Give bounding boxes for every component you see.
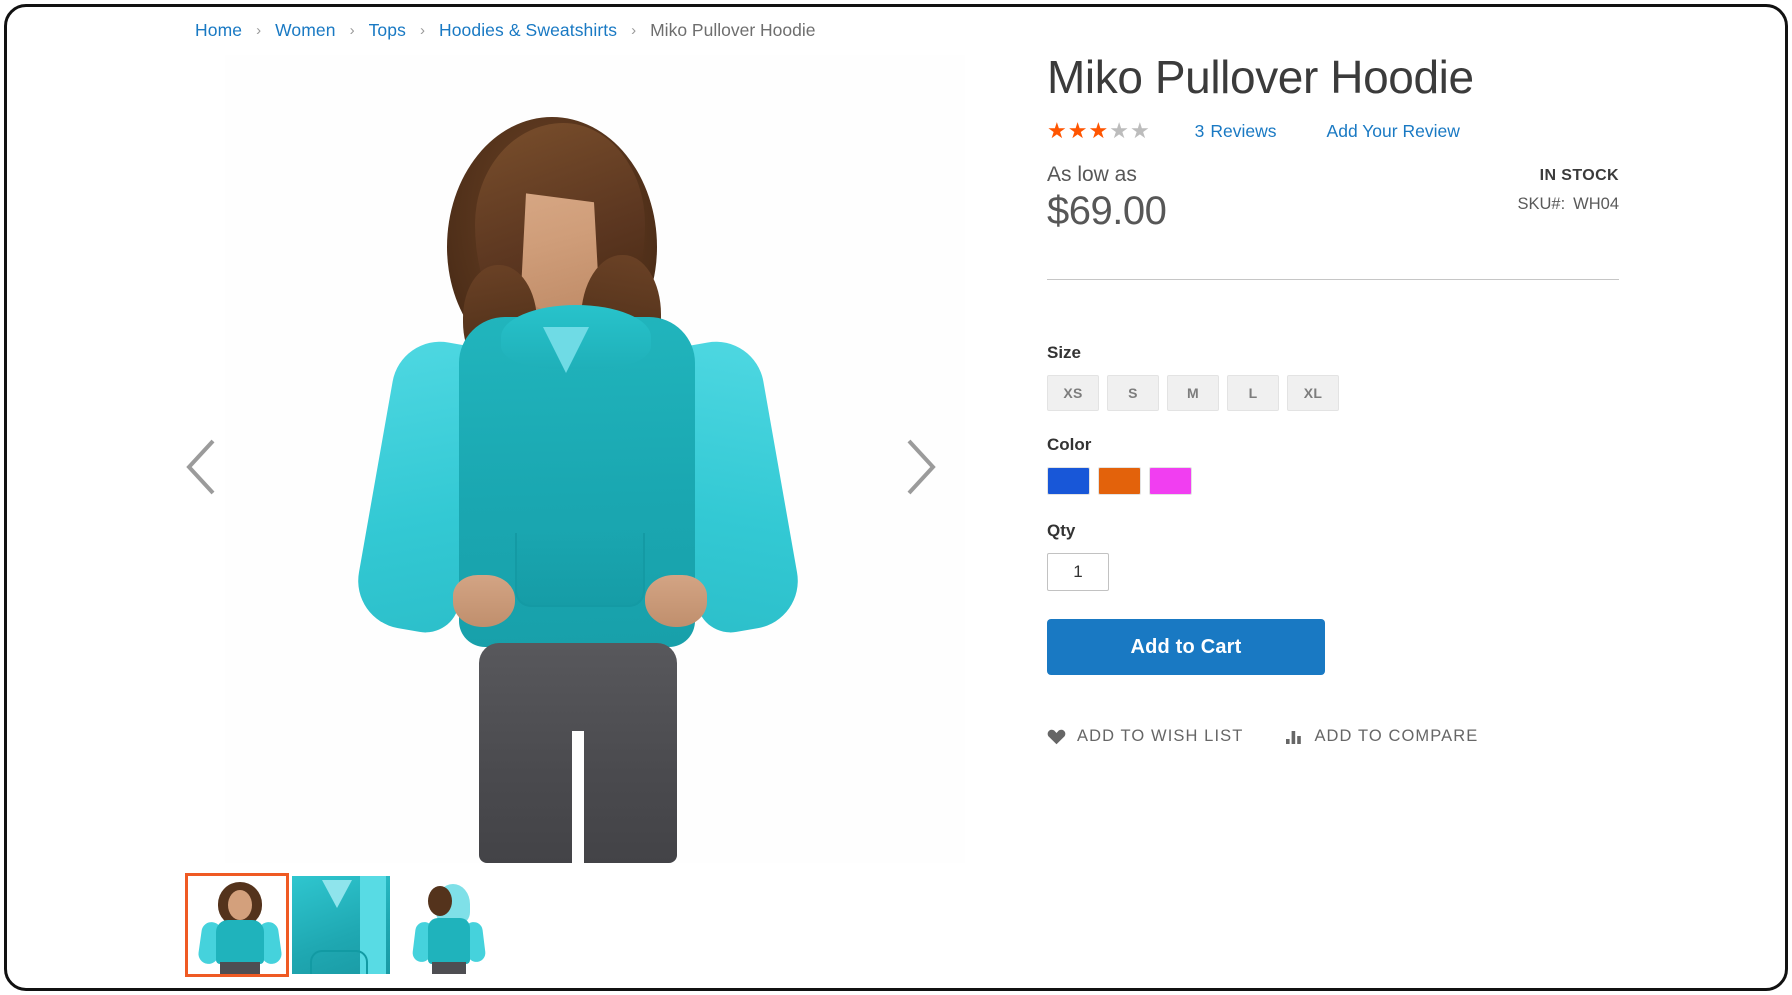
size-swatch-xl[interactable]: XL bbox=[1287, 375, 1339, 412]
add-to-cart-button[interactable]: Add to Cart bbox=[1047, 619, 1325, 676]
star-filled-icon: ★ bbox=[1088, 118, 1110, 144]
add-your-review-link[interactable]: Add Your Review bbox=[1327, 121, 1460, 142]
breadcrumb-separator-icon: › bbox=[419, 22, 425, 39]
breadcrumb-item-women[interactable]: Women bbox=[275, 20, 335, 41]
color-option-group: Color bbox=[1047, 435, 1619, 496]
color-swatch-purple[interactable] bbox=[1149, 467, 1192, 496]
star-filled-icon: ★ bbox=[1067, 118, 1089, 144]
color-swatch-blue[interactable] bbox=[1047, 467, 1090, 496]
thumbnail-1[interactable] bbox=[185, 873, 289, 977]
size-swatch-s[interactable]: S bbox=[1107, 375, 1159, 412]
add-to-compare-link[interactable]: ADD TO COMPARE bbox=[1285, 727, 1478, 746]
size-swatch-m[interactable]: M bbox=[1167, 375, 1219, 412]
star-empty-icon: ★ bbox=[1109, 118, 1130, 144]
reviews-link[interactable]: 3 Reviews bbox=[1195, 121, 1277, 142]
product-options: Size XS S M L XL Color Qty 1 Add to Cart… bbox=[1047, 343, 1619, 746]
sku-value: WH04 bbox=[1573, 195, 1619, 214]
breadcrumb: Home › Women › Tops › Hoodies & Sweatshi… bbox=[195, 20, 815, 41]
add-to-wish-list-label: ADD TO WISH LIST bbox=[1077, 727, 1244, 746]
size-swatch-xs[interactable]: XS bbox=[1047, 375, 1099, 412]
add-to-compare-label: ADD TO COMPARE bbox=[1314, 727, 1479, 746]
color-label: Color bbox=[1047, 435, 1092, 455]
divider bbox=[1047, 279, 1619, 281]
breadcrumb-item-current: Miko Pullover Hoodie bbox=[650, 20, 816, 40]
breadcrumb-separator-icon: › bbox=[349, 22, 355, 39]
status-badge: IN STOCK bbox=[1539, 167, 1619, 185]
thumbnail-strip bbox=[185, 873, 497, 977]
reviews-label: Reviews bbox=[1210, 120, 1277, 141]
qty-label: Qty bbox=[1047, 521, 1076, 541]
reviews-count: 3 bbox=[1194, 120, 1205, 141]
color-swatch-orange[interactable] bbox=[1098, 467, 1141, 496]
stock-block: IN STOCK SKU#: WH04 bbox=[1517, 167, 1619, 214]
page-frame: Home › Women › Tops › Hoodies & Sweatshi… bbox=[4, 4, 1788, 991]
chevron-left-icon[interactable] bbox=[177, 431, 233, 503]
size-swatch-l[interactable]: L bbox=[1227, 375, 1279, 412]
secondary-actions: ADD TO WISH LIST ADD TO COMPARE bbox=[1047, 727, 1619, 746]
size-swatch-list: XS S M L XL bbox=[1047, 375, 1619, 412]
sku-line: SKU#: WH04 bbox=[1517, 195, 1619, 214]
sku-label: SKU#: bbox=[1517, 195, 1566, 214]
bar-chart-icon bbox=[1285, 729, 1303, 745]
product-gallery bbox=[185, 55, 1005, 977]
chevron-right-icon[interactable] bbox=[889, 431, 945, 503]
main-product-image[interactable] bbox=[225, 55, 965, 863]
page-title: Miko Pullover Hoodie bbox=[1047, 51, 1474, 103]
star-empty-icon: ★ bbox=[1129, 118, 1151, 144]
thumbnail-3[interactable] bbox=[393, 873, 497, 977]
price-and-stock-row: As low as $69.00 IN STOCK SKU#: WH04 bbox=[1047, 163, 1619, 239]
size-label: Size bbox=[1047, 343, 1082, 363]
rating-row: ★★★★★ 3 Reviews Add Your Review bbox=[1047, 119, 1619, 143]
quantity-group: Qty bbox=[1047, 521, 1619, 592]
breadcrumb-item-tops[interactable]: Tops bbox=[369, 20, 406, 41]
rating-stars[interactable]: ★★★★★ bbox=[1047, 120, 1151, 142]
size-option-group: Size XS S M L XL bbox=[1047, 343, 1619, 412]
color-swatch-list bbox=[1047, 467, 1619, 496]
breadcrumb-separator-icon: › bbox=[256, 22, 262, 39]
product-info-panel: Miko Pullover Hoodie ★★★★★ 3 Reviews Add … bbox=[1047, 53, 1619, 746]
breadcrumb-item-hoodies-sweatshirts[interactable]: Hoodies & Sweatshirts bbox=[439, 20, 617, 41]
breadcrumb-separator-icon: › bbox=[631, 22, 637, 39]
product-photo bbox=[225, 55, 965, 863]
add-to-wish-list-link[interactable]: ADD TO WISH LIST bbox=[1047, 727, 1243, 746]
heart-icon bbox=[1047, 728, 1066, 745]
star-filled-icon: ★ bbox=[1047, 118, 1068, 144]
thumbnail-2[interactable] bbox=[289, 873, 393, 977]
quantity-input[interactable] bbox=[1047, 553, 1109, 592]
breadcrumb-item-home[interactable]: Home bbox=[195, 20, 242, 41]
